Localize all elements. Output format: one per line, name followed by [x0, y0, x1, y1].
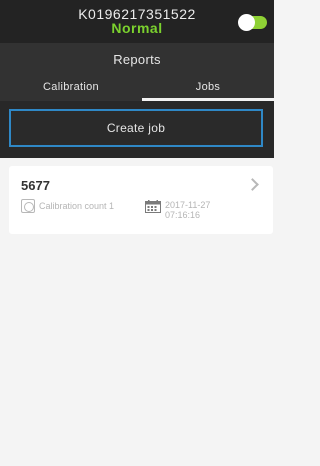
action-area: Create job — [0, 101, 274, 158]
page-title: Reports — [113, 52, 161, 67]
device-status: Normal — [111, 20, 163, 36]
chevron-right-icon — [246, 178, 259, 191]
toggle-knob[interactable] — [238, 14, 255, 31]
job-datetime: 2017-11-27 07:16:16 — [165, 200, 210, 220]
connection-toggle[interactable] — [238, 14, 267, 31]
calibration-count-icon — [21, 199, 35, 213]
job-list-item[interactable]: 5677 Calibration count 1 2017-11-27 07:1… — [9, 166, 273, 234]
reports-header: Reports Calibration Jobs — [0, 43, 274, 101]
job-id: 5677 — [21, 178, 50, 193]
job-time: 07:16:16 — [165, 210, 201, 220]
calendar-icon — [145, 200, 161, 213]
tab-calibration[interactable]: Calibration — [0, 81, 142, 93]
tab-jobs[interactable]: Jobs — [142, 81, 274, 93]
device-status-bar: K0196217351522 Normal — [0, 0, 274, 43]
create-job-button[interactable]: Create job — [9, 109, 263, 147]
job-date: 2017-11-27 — [165, 200, 211, 210]
calibration-count: Calibration count 1 — [39, 201, 115, 211]
